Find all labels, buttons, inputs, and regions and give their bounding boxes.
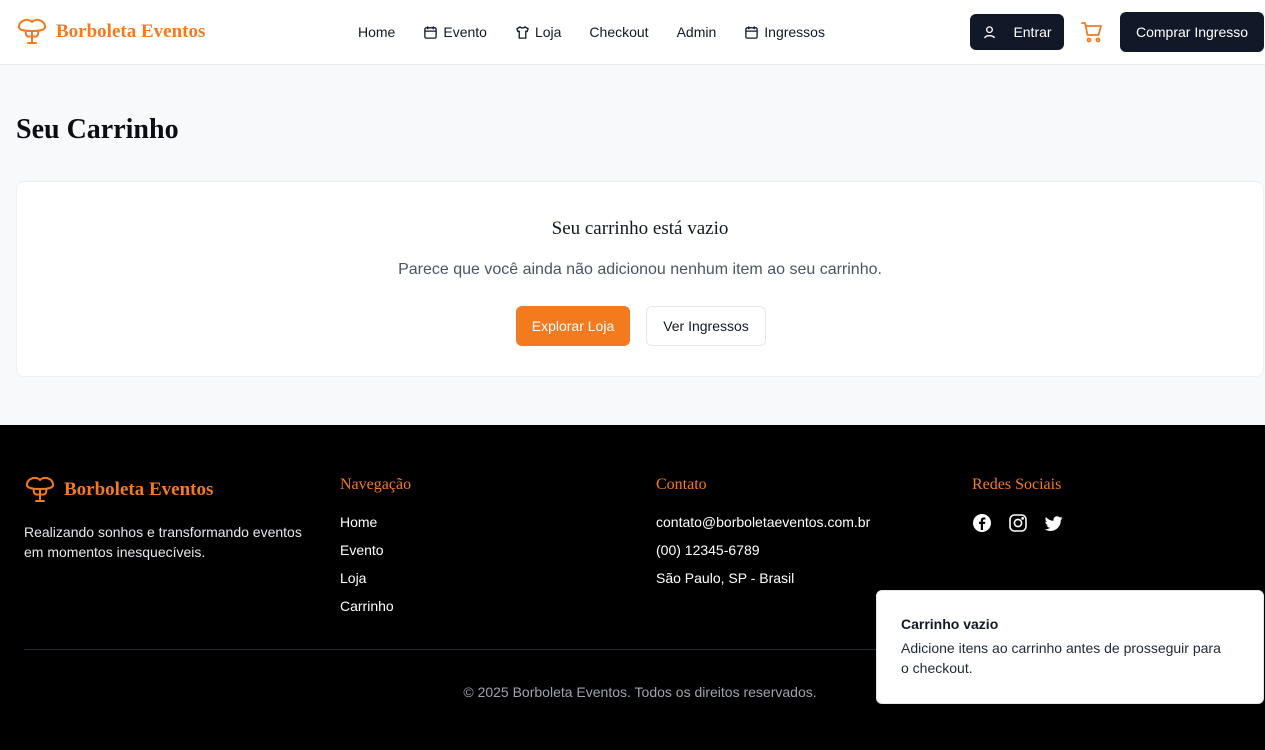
footer-brand[interactable]: Borboleta Eventos	[24, 474, 213, 506]
footer-brand-name: Borboleta Eventos	[64, 479, 214, 500]
instagram-icon[interactable]	[1008, 513, 1028, 533]
butterfly-logo-icon	[25, 476, 55, 502]
nav-ingressos[interactable]: Ingressos	[744, 24, 825, 40]
social-links	[972, 513, 1080, 533]
login-button-label: Entrar	[1013, 24, 1052, 40]
calendar-icon	[424, 25, 438, 39]
view-tickets-button[interactable]: Ver Ingressos	[646, 306, 766, 346]
footer-social-column: Redes Sociais	[972, 476, 1080, 533]
footer-nav-column: Navegação Home Evento Loja Carrinho	[340, 476, 411, 625]
contact-phone: (00) 12345-6789	[656, 542, 760, 558]
footer-link-carrinho[interactable]: Carrinho	[340, 597, 411, 625]
footer-link-loja[interactable]: Loja	[340, 569, 411, 597]
main-nav: Home Evento Loja Checkout Admin Ingresso…	[358, 22, 853, 42]
footer-tagline: Realizando sonhos e transformando evento…	[24, 524, 302, 560]
twitter-icon[interactable]	[1044, 513, 1064, 533]
buy-ticket-button[interactable]: Comprar Ingresso	[1120, 12, 1264, 52]
footer-social-title: Redes Sociais	[972, 476, 1062, 493]
facebook-icon[interactable]	[972, 513, 992, 533]
footer-nav-title: Navegação	[340, 476, 412, 493]
butterfly-logo-icon	[17, 18, 47, 44]
toast-notification[interactable]: Carrinho vazio Adicione itens ao carrinh…	[876, 590, 1264, 704]
nav-home-label: Home	[358, 24, 396, 40]
page-title: Seu Carrinho	[16, 114, 179, 145]
cart-icon	[1081, 22, 1102, 43]
explore-store-label: Explorar Loja	[531, 318, 615, 334]
toast-title: Carrinho vazio	[901, 616, 999, 632]
nav-loja-label: Loja	[534, 24, 562, 40]
nav-admin-label: Admin	[676, 24, 717, 40]
brand-name: Borboleta Eventos	[56, 21, 206, 42]
site-header: Borboleta Eventos Home Evento Loja Check…	[0, 0, 1265, 65]
user-icon	[984, 25, 996, 38]
footer-link-home[interactable]: Home	[340, 513, 411, 541]
nav-ingressos-label: Ingressos	[764, 24, 825, 40]
nav-evento[interactable]: Evento	[423, 24, 487, 40]
contact-address: São Paulo, SP - Brasil	[656, 570, 795, 586]
login-button[interactable]: Entrar	[970, 14, 1064, 50]
nav-evento-label: Evento	[443, 24, 487, 40]
buy-ticket-label: Comprar Ingresso	[1135, 24, 1249, 40]
calendar-icon	[745, 25, 759, 39]
empty-cart-card: Seu carrinho está vazio Parece que você …	[16, 181, 1264, 377]
brand-logo[interactable]: Borboleta Eventos	[16, 16, 205, 48]
nav-checkout-label: Checkout	[589, 24, 649, 40]
footer-link-evento[interactable]: Evento	[340, 541, 411, 569]
cart-button[interactable]	[1080, 20, 1104, 44]
contact-email: contato@borboletaeventos.com.br	[656, 514, 871, 530]
nav-home[interactable]: Home	[358, 24, 395, 40]
toast-description: Adicione itens ao carrinho antes de pros…	[901, 640, 1221, 676]
nav-admin[interactable]: Admin	[677, 24, 717, 40]
footer-contact-column: Contato contato@borboletaeventos.com.br …	[656, 476, 870, 597]
footer-contact-title: Contato	[656, 476, 707, 493]
view-tickets-label: Ver Ingressos	[663, 318, 749, 334]
nav-loja[interactable]: Loja	[515, 24, 561, 40]
empty-cart-title: Seu carrinho está vazio	[551, 218, 729, 239]
explore-store-button[interactable]: Explorar Loja	[516, 306, 630, 346]
shirt-icon	[516, 25, 529, 39]
nav-checkout[interactable]: Checkout	[589, 24, 648, 40]
empty-cart-subtitle: Parece que você ainda não adicionou nenh…	[398, 261, 882, 278]
